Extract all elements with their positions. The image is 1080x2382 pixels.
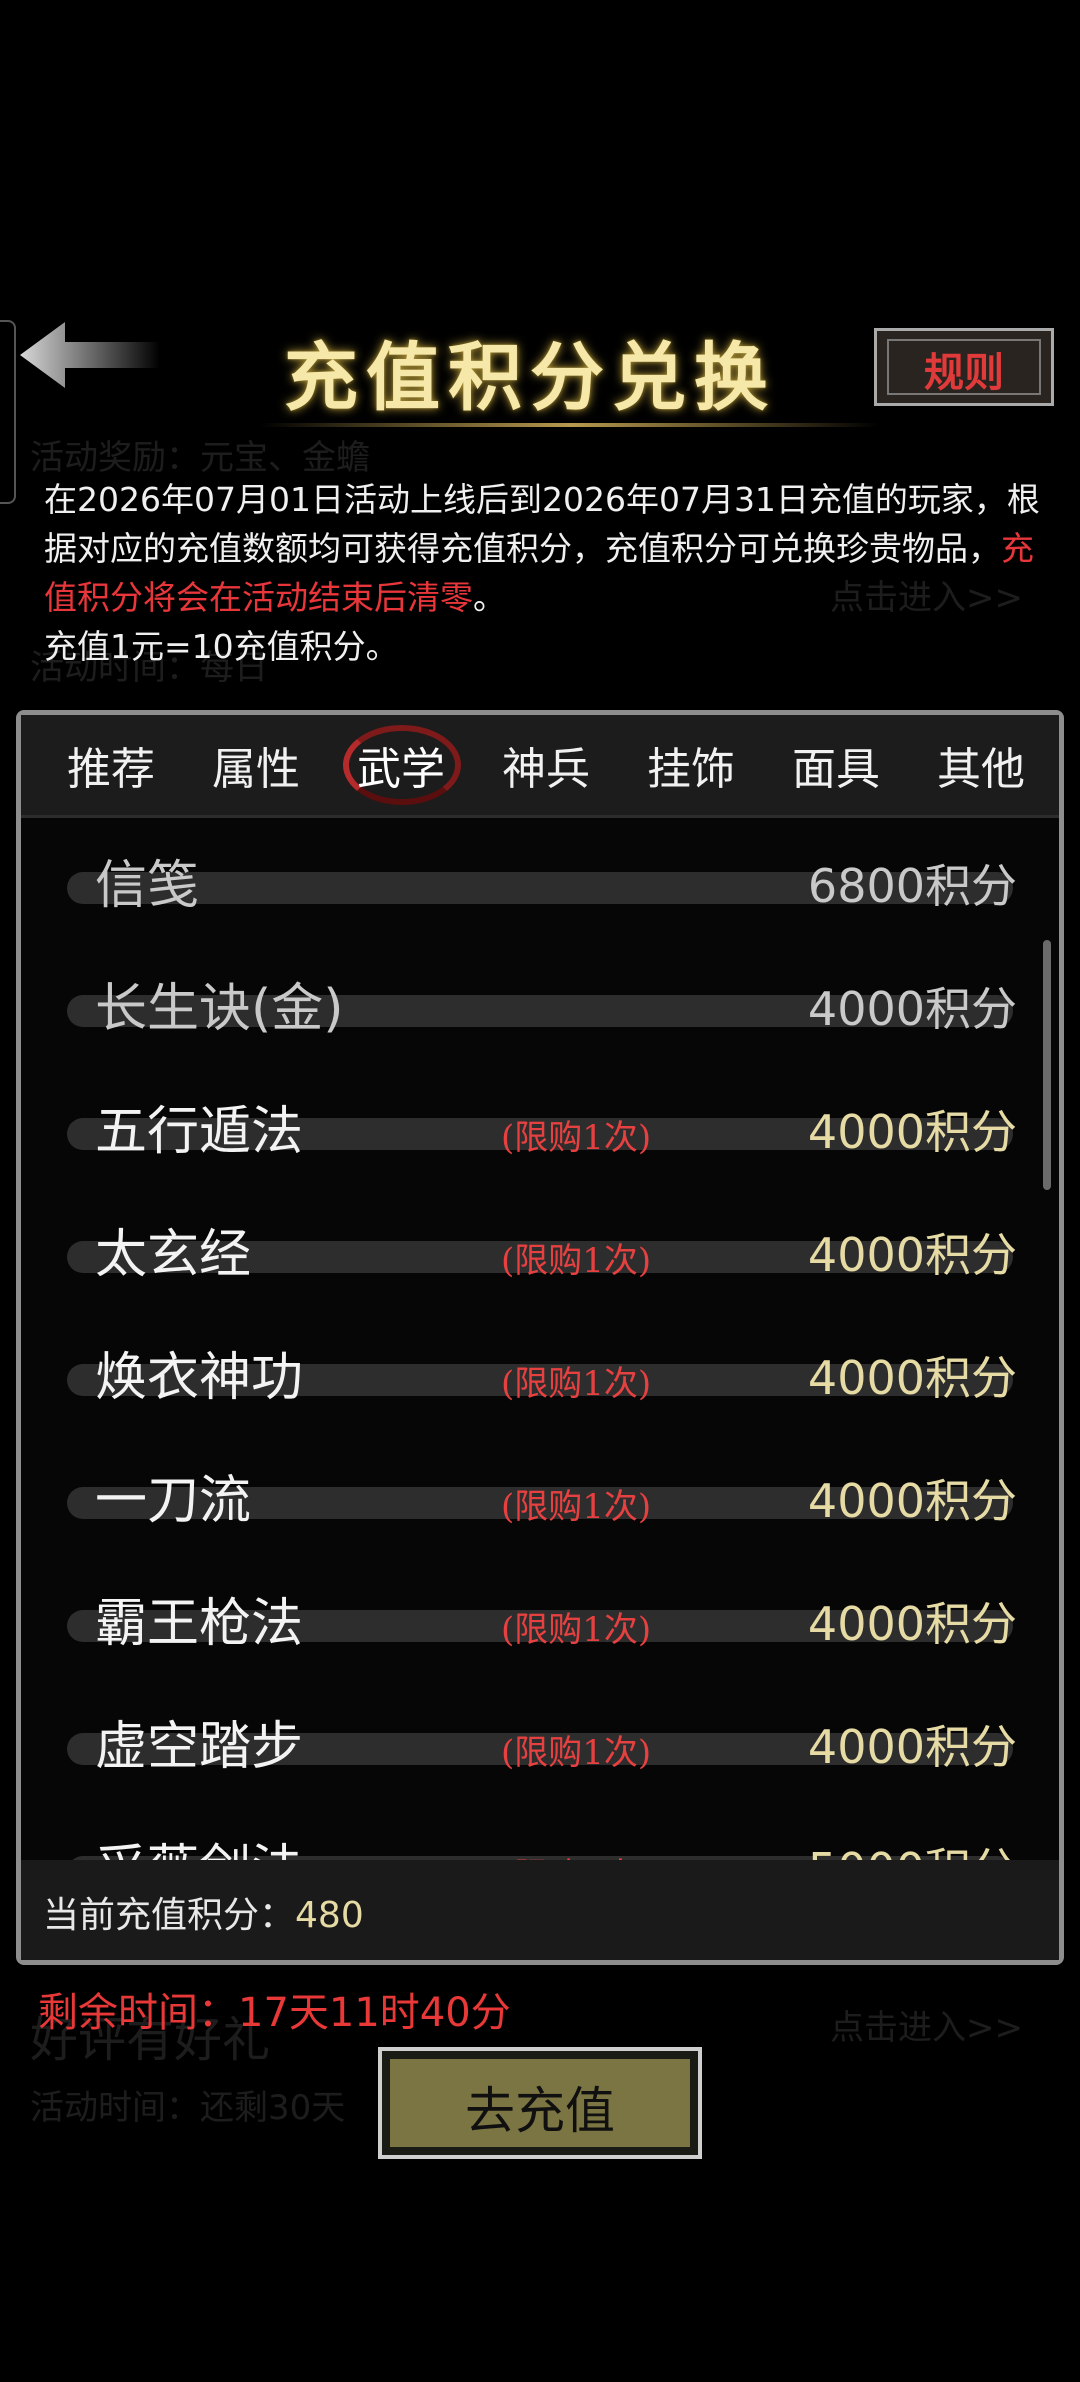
bg-row: 点击进入>> [830,2008,1023,2048]
purchase-limit: (限购1次) [501,1118,652,1158]
exchange-rate: 充值1元=10充值积分。 [44,627,399,666]
item-name: 一刀流 [95,1471,252,1531]
list-item[interactable]: 信笺 6800积分 [21,820,1059,940]
list-item[interactable]: 太玄经 (限购1次) 4000积分 [21,1189,1059,1309]
tab-martial-arts[interactable]: 武学 [341,733,461,797]
list-item[interactable]: 采薇剑法 (限购1次) 5000积分 [21,1804,1059,1868]
item-price: 4000积分 [807,1474,1017,1528]
list-item[interactable]: 长生诀(金) 4000积分 [21,943,1059,1063]
purchase-limit: (限购1次) [501,1610,652,1650]
item-name: 长生诀(金) [95,979,344,1039]
activity-description: 在2026年07月01日活动上线后到2026年07月31日充值的玩家，根据对应的… [44,475,1044,671]
item-price: 4000积分 [807,1720,1017,1774]
current-points: 当前充值积分：480 [43,1886,364,1938]
description-text-end: 。 [473,578,506,617]
list-item[interactable]: 焕衣神功 (限购1次) 4000积分 [21,1312,1059,1432]
item-price: 4000积分 [807,982,1017,1036]
purchase-limit: (限购1次) [501,1241,652,1281]
list-scrollbar[interactable] [1043,940,1051,1190]
current-points-label: 当前充值积分： [43,1895,296,1936]
item-price: 4000积分 [807,1228,1017,1282]
tab-masks[interactable]: 面具 [776,733,896,797]
item-price: 6800积分 [807,859,1017,913]
tab-other[interactable]: 其他 [921,733,1041,797]
list-item[interactable]: 五行遁法 (限购1次) 4000积分 [21,1066,1059,1186]
purchase-limit: (限购1次) [501,1487,652,1527]
exchange-panel: 推荐 属性 武学 神兵 挂饰 面具 其他 信笺 6800积分 长生诀(金) 40… [16,710,1064,1965]
back-button[interactable] [10,310,170,400]
item-name: 太玄经 [95,1225,252,1285]
recharge-button[interactable]: 去充值 [378,2047,702,2159]
title-underline [260,423,880,427]
tab-recommend[interactable]: 推荐 [51,733,171,797]
list-item[interactable]: 一刀流 (限购1次) 4000积分 [21,1435,1059,1555]
list-item[interactable]: 虚空踏步 (限购1次) 4000积分 [21,1681,1059,1801]
purchase-limit: (限购1次) [501,1364,652,1404]
category-tabs: 推荐 属性 武学 神兵 挂饰 面具 其他 [21,715,1059,818]
back-arrow-icon [20,322,160,388]
item-name: 信笺 [95,856,200,916]
rules-button-label: 规则 [924,350,1004,396]
tab-accessories[interactable]: 挂饰 [631,733,751,797]
item-name: 焕衣神功 [95,1348,304,1408]
remaining-time: 剩余时间：17天11时40分 [38,1990,511,2036]
description-text: 在2026年07月01日活动上线后到2026年07月31日充值的玩家，根据对应的… [44,480,1040,568]
item-price: 4000积分 [807,1597,1017,1651]
points-footer: 当前充值积分：480 [21,1860,1059,1960]
current-points-value: 480 [295,1895,364,1936]
rules-button[interactable]: 规则 [874,328,1054,406]
tab-attribute[interactable]: 属性 [196,733,316,797]
item-price: 4000积分 [807,1351,1017,1405]
bg-row: 活动奖励：元宝、金蟾 [30,438,370,478]
item-name: 五行遁法 [95,1102,304,1162]
item-name: 霸王枪法 [95,1594,304,1654]
page-title: 充值积分兑换 [284,335,776,421]
list-item[interactable]: 霸王枪法 (限购1次) 4000积分 [21,1558,1059,1678]
recharge-button-label: 去充值 [465,2082,615,2140]
purchase-limit: (限购1次) [501,1733,652,1773]
tab-weapons[interactable]: 神兵 [486,733,606,797]
item-list[interactable]: 信笺 6800积分 长生诀(金) 4000积分 五行遁法 (限购1次) 4000… [21,820,1059,1868]
item-name: 虚空踏步 [95,1717,304,1777]
item-price: 4000积分 [807,1105,1017,1159]
